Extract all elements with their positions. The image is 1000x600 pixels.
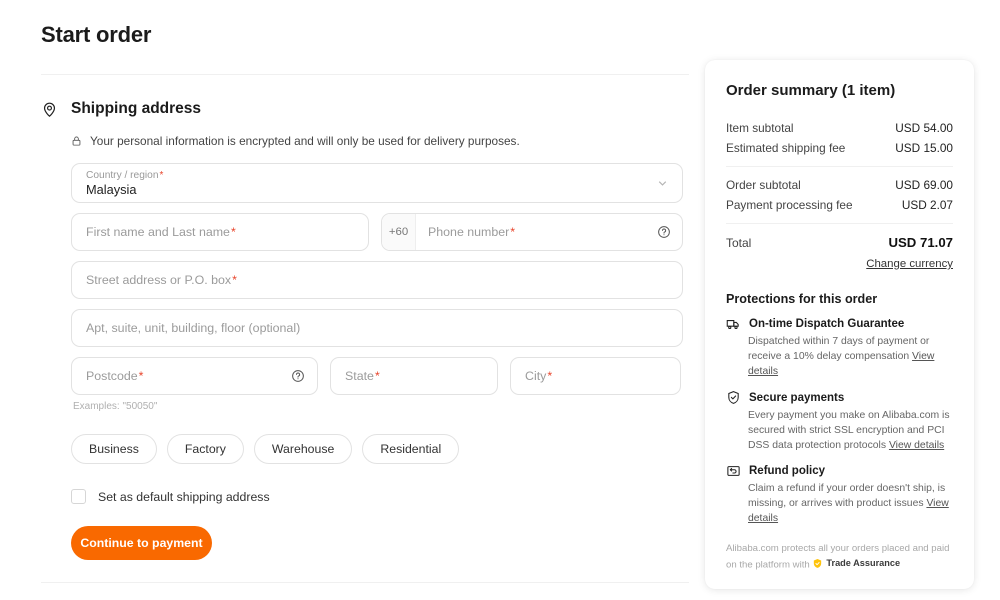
shipping-address-title: Shipping address [71,100,202,117]
summary-total-amount: USD 71.07 [888,235,953,250]
protection-body-text: Dispatched within 7 days of payment or r… [748,336,930,362]
order-summary-card: Order summary (1 item) Item subtotal USD… [705,60,974,589]
postcode-placeholder: Postcode [86,369,138,383]
summary-row-item-subtotal: Item subtotal USD 54.00 [726,118,953,138]
city-placeholder: City [525,369,547,383]
phone-number-placeholder: Phone number [428,225,510,239]
dispatch-truck-icon [726,317,741,331]
protection-title: On-time Dispatch Guarantee [749,318,905,330]
country-region-value: Malaysia [86,181,137,197]
summary-row-order-subtotal: Order subtotal USD 69.00 [726,175,953,195]
continue-to-payment-button[interactable]: Continue to payment [71,526,212,560]
privacy-notice-text: Your personal information is encrypted a… [90,134,520,148]
chevron-down-icon [656,177,669,190]
summary-divider [726,166,953,167]
protection-body: Claim a refund if your order doesn't shi… [748,481,953,526]
trade-assurance-label: Trade Assurance [826,558,901,568]
refund-box-icon [726,464,741,478]
address-type-chips: Business Factory Warehouse Residential [71,434,683,464]
summary-amount: USD 2.07 [901,198,953,212]
lock-icon [71,135,82,147]
summary-divider [726,223,953,224]
summary-label: Order subtotal [726,178,801,192]
order-summary-title: Order summary (1 item) [726,82,896,99]
postcode-input[interactable]: Postcode * [71,357,318,395]
apt-suite-input[interactable]: Apt, suite, unit, building, floor (optio… [71,309,683,347]
location-pin-icon [41,101,58,118]
default-address-checkbox[interactable] [71,489,86,504]
address-type-warehouse[interactable]: Warehouse [253,434,353,464]
question-circle-icon[interactable] [291,369,305,383]
privacy-notice: Your personal information is encrypted a… [71,134,689,148]
address-type-residential[interactable]: Residential [362,434,460,464]
protection-body-text: Claim a refund if your order doesn't shi… [748,483,946,509]
trade-assurance-shield-icon [812,558,823,569]
summary-label: Payment processing fee [726,198,853,212]
protection-title: Refund policy [749,465,826,477]
summary-row-payment-fee: Payment processing fee USD 2.07 [726,195,953,215]
shipping-address-header: Shipping address [41,100,689,118]
apt-suite-placeholder: Apt, suite, unit, building, floor (optio… [86,321,301,335]
state-input[interactable]: State * [330,357,498,395]
footer-divider [41,582,689,583]
address-type-business[interactable]: Business [71,434,157,464]
trade-assurance-badge: Trade Assurance [812,556,900,570]
summary-label: Estimated shipping fee [726,141,846,155]
name-phone-row: First name and Last name * +60 Phone numb… [71,213,683,251]
summary-row-shipping-fee: Estimated shipping fee USD 15.00 [726,138,953,158]
view-details-link[interactable]: View details [889,440,944,451]
city-input[interactable]: City * [510,357,681,395]
postcode-hint: Examples: "50050" [73,401,158,412]
state-placeholder: State [345,369,374,383]
summary-amount: USD 54.00 [895,121,953,135]
summary-amount: USD 15.00 [895,141,953,155]
summary-amount: USD 69.00 [895,178,953,192]
country-region-select[interactable]: Country / region* Malaysia [71,163,683,203]
checkout-page: Start order Shipping address Your person… [0,0,1000,600]
change-currency-link[interactable]: Change currency [726,258,953,270]
main-content: Start order Shipping address Your person… [41,0,689,583]
protection-header: Refund policy [726,464,953,478]
shipping-address-form: Country / region* Malaysia First name an… [71,163,683,560]
protection-header: Secure payments [726,390,953,405]
full-name-input[interactable]: First name and Last name * [71,213,369,251]
protection-body: Dispatched within 7 days of payment or r… [748,334,953,379]
summary-label: Item subtotal [726,121,794,135]
phone-country-prefix[interactable]: +60 [382,214,416,250]
default-address-label: Set as default shipping address [98,489,270,504]
country-region-label: Country / region* [86,169,164,181]
protection-body: Every payment you make on Alibaba.com is… [748,408,953,453]
summary-row-total: Total USD 71.07 [726,232,953,253]
protection-item-dispatch: On-time Dispatch Guarantee Dispatched wi… [726,317,953,379]
page-title: Start order [41,22,152,47]
default-address-row[interactable]: Set as default shipping address [71,489,683,504]
address-type-factory[interactable]: Factory [166,434,244,464]
street-address-placeholder: Street address or P.O. box [86,273,232,287]
shield-check-icon [726,390,741,405]
summary-total-label: Total [726,236,752,250]
postcode-state-city-row: Postcode * State * City * [71,357,683,395]
protection-item-secure-payments: Secure payments Every payment you make o… [726,390,953,453]
order-summary-rows: Item subtotal USD 54.00 Estimated shippi… [726,118,953,270]
protection-title: Secure payments [749,391,845,404]
phone-number-input[interactable]: Phone number * [416,214,682,250]
street-address-input[interactable]: Street address or P.O. box * [71,261,683,299]
protection-item-refund-policy: Refund policy Claim a refund if your ord… [726,464,953,526]
protections-title: Protections for this order [726,292,878,306]
header-divider [41,74,689,75]
phone-number-group[interactable]: +60 Phone number * [381,213,683,251]
question-circle-icon[interactable] [657,225,671,239]
protection-header: On-time Dispatch Guarantee [726,317,953,331]
trade-assurance-footnote: Alibaba.com protects all your orders pla… [726,542,953,573]
full-name-placeholder: First name and Last name [86,225,230,239]
